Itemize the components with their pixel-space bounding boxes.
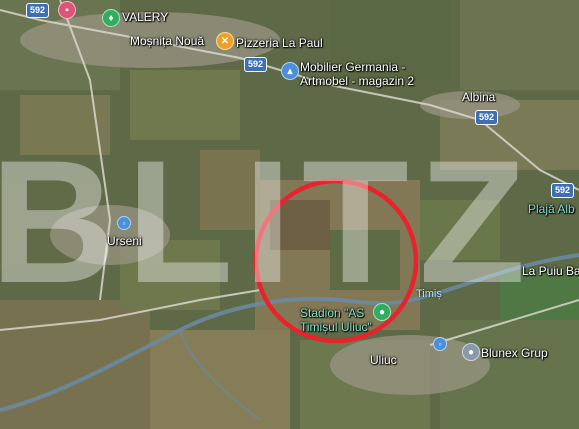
road-shield-592: 592 [26,3,50,18]
lodging-pin-icon[interactable]: ♦ [102,9,120,27]
place-label-valery[interactable]: VALERY [122,10,168,24]
location-pin-icon[interactable]: ● [462,343,480,361]
place-label-mobilier-2[interactable]: Artmobel - magazin 2 [300,74,414,88]
place-label-la-puiu[interactable]: La Puiu Ba [522,264,579,278]
place-label-urseni[interactable]: Urseni [107,234,142,248]
place-label-stadion-1[interactable]: Stadion "AS [300,306,364,320]
place-label-mobilier-1[interactable]: Mobilier Germania - [300,60,405,74]
restaurant-pin-icon[interactable]: ✕ [216,32,234,50]
road-shield-592: 592 [551,183,575,198]
watermark: BLITZ [0,125,536,320]
shopping-pin-icon[interactable]: ▪ [58,1,76,19]
road-shield-592: 592 [244,57,268,72]
place-label-uliuc[interactable]: Uliuc [370,353,397,367]
place-label-albina[interactable]: Albina [462,90,495,104]
stadium-pin-icon[interactable]: ● [373,303,391,321]
store-pin-icon[interactable]: ▴ [281,62,299,80]
place-label-plaja[interactable]: Plajă Alb [528,202,575,216]
bus-stop-icon[interactable]: ▫ [433,337,447,351]
river-label-timis: Timiș [416,288,442,300]
place-label-blunex-grup[interactable]: Blunex Grup [481,346,548,360]
place-label-mosnita-noua[interactable]: Moșnița Nouă [130,34,204,48]
bus-stop-icon[interactable]: ▫ [117,216,131,230]
place-label-stadion-2[interactable]: Timișul Uliuc" [300,320,372,334]
place-label-pizzeria[interactable]: Pizzeria La Paul [236,36,323,50]
road-shield-592: 592 [475,110,499,125]
